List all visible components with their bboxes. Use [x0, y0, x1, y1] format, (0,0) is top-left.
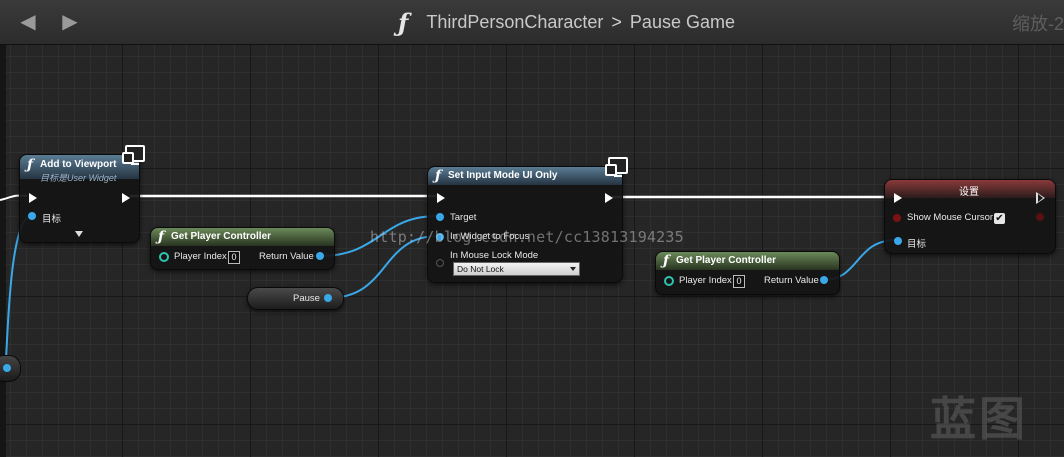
node-set-show-mouse-cursor[interactable]: 设置 Show Mouse Cursor ✔ 目标	[884, 179, 1056, 254]
pin-label-show-mouse-cursor: Show Mouse Cursor	[907, 212, 994, 223]
node-title: Add to Viewport	[40, 159, 117, 170]
breadcrumb-separator: >	[611, 11, 622, 32]
node-add-to-viewport[interactable]: ƒ Add to Viewport 目标是User Widget 目标	[19, 145, 145, 243]
player-index-input-pin[interactable]	[159, 252, 169, 262]
player-index-input-pin[interactable]	[664, 276, 674, 286]
pin-label-target: 目标	[907, 239, 927, 250]
arrow-left-icon[interactable]: ◀︎	[15, 10, 41, 34]
target-input-pin[interactable]	[28, 212, 36, 220]
target-input-pin[interactable]	[894, 237, 902, 245]
exec-input-pin[interactable]	[437, 193, 445, 203]
dropdown-value: Do Not Lock	[457, 264, 504, 274]
reroute-node[interactable]	[0, 355, 21, 382]
node-title: 设置	[959, 187, 979, 198]
node-set-input-mode-ui-only[interactable]: ƒ Set Input Mode UI Only Target In Widge…	[427, 157, 628, 283]
network-icon	[605, 157, 628, 177]
watermark-blueprint: 蓝图	[930, 392, 1028, 446]
exec-output-pin[interactable]	[1036, 192, 1045, 204]
pin-label-return-value: Return Value	[764, 275, 819, 286]
node-header: ƒ Get Player Controller	[151, 228, 334, 246]
pin-label-player-index: Player Index	[174, 251, 227, 262]
player-index-field[interactable]: 0	[733, 275, 745, 288]
node-header: ƒ Add to Viewport 目标是User Widget	[20, 145, 145, 183]
node-title: Get Player Controller	[171, 231, 272, 242]
zoom-level: 缩放-2	[1011, 14, 1064, 34]
node-header: 设置	[885, 180, 1055, 198]
arrow-right-icon[interactable]: ▶︎	[57, 10, 83, 34]
show-mouse-cursor-input-pin[interactable]	[893, 214, 901, 222]
breadcrumb-owner[interactable]: ThirdPersonCharacter	[426, 12, 603, 33]
exec-output-pin[interactable]	[605, 193, 613, 203]
pin-label-return-value: Return Value	[259, 251, 314, 262]
function-icon: ƒ	[158, 229, 165, 245]
function-icon: ƒ	[27, 157, 34, 173]
function-icon: ƒ	[398, 7, 409, 37]
node-header: ƒ Get Player Controller	[656, 252, 839, 270]
node-get-player-controller-1[interactable]: ƒ Get Player Controller Player Index 0 R…	[150, 227, 335, 270]
node-header: ƒ Set Input Mode UI Only	[428, 157, 628, 185]
graph-titlebar: ◀︎ ▶︎ ƒ ThirdPersonCharacter > Pause Gam…	[0, 0, 1064, 45]
exec-input-pin[interactable]	[29, 193, 37, 203]
variable-label: Pause	[293, 293, 320, 304]
exec-output-pin[interactable]	[122, 193, 130, 203]
node-subtitle: 目标是User Widget	[40, 173, 117, 183]
mouse-lock-mode-input-pin[interactable]	[436, 259, 444, 267]
function-icon: ƒ	[435, 168, 442, 184]
pin-label-player-index: Player Index	[679, 275, 732, 286]
pin-label-mouse-lock-mode: In Mouse Lock Mode	[450, 250, 539, 261]
node-get-player-controller-2[interactable]: ƒ Get Player Controller Player Index 0 R…	[655, 251, 840, 295]
breadcrumb-graph-name: Pause Game	[629, 11, 735, 32]
function-icon: ƒ	[663, 253, 670, 269]
pin-label-target: Target	[450, 212, 477, 223]
return-value-output-pin[interactable]	[820, 276, 828, 284]
mouse-lock-mode-dropdown[interactable]: Do Not Lock	[453, 262, 580, 276]
node-title: Set Input Mode UI Only	[448, 170, 558, 181]
reroute-output-pin[interactable]	[3, 364, 11, 372]
network-icon	[122, 145, 145, 165]
show-mouse-cursor-output-pin[interactable]	[1036, 213, 1044, 221]
player-index-field[interactable]: 0	[228, 251, 240, 264]
chevron-down-icon[interactable]	[75, 231, 83, 237]
chevron-down-icon	[570, 267, 576, 271]
target-input-pin[interactable]	[436, 213, 444, 221]
exec-input-pin[interactable]	[894, 193, 902, 203]
node-title: Get Player Controller	[676, 255, 777, 266]
variable-node-pause[interactable]: Pause	[247, 287, 344, 310]
pin-label-target: 目标	[42, 214, 62, 225]
pause-output-pin[interactable]	[324, 294, 332, 302]
breadcrumb: ƒ ThirdPersonCharacter > Pause Game	[398, 7, 735, 37]
watermark-url: http://blog.csdn.net/cc13813194235	[370, 228, 684, 246]
return-value-output-pin[interactable]	[316, 252, 324, 260]
show-mouse-cursor-checkbox[interactable]: ✔	[994, 213, 1005, 224]
